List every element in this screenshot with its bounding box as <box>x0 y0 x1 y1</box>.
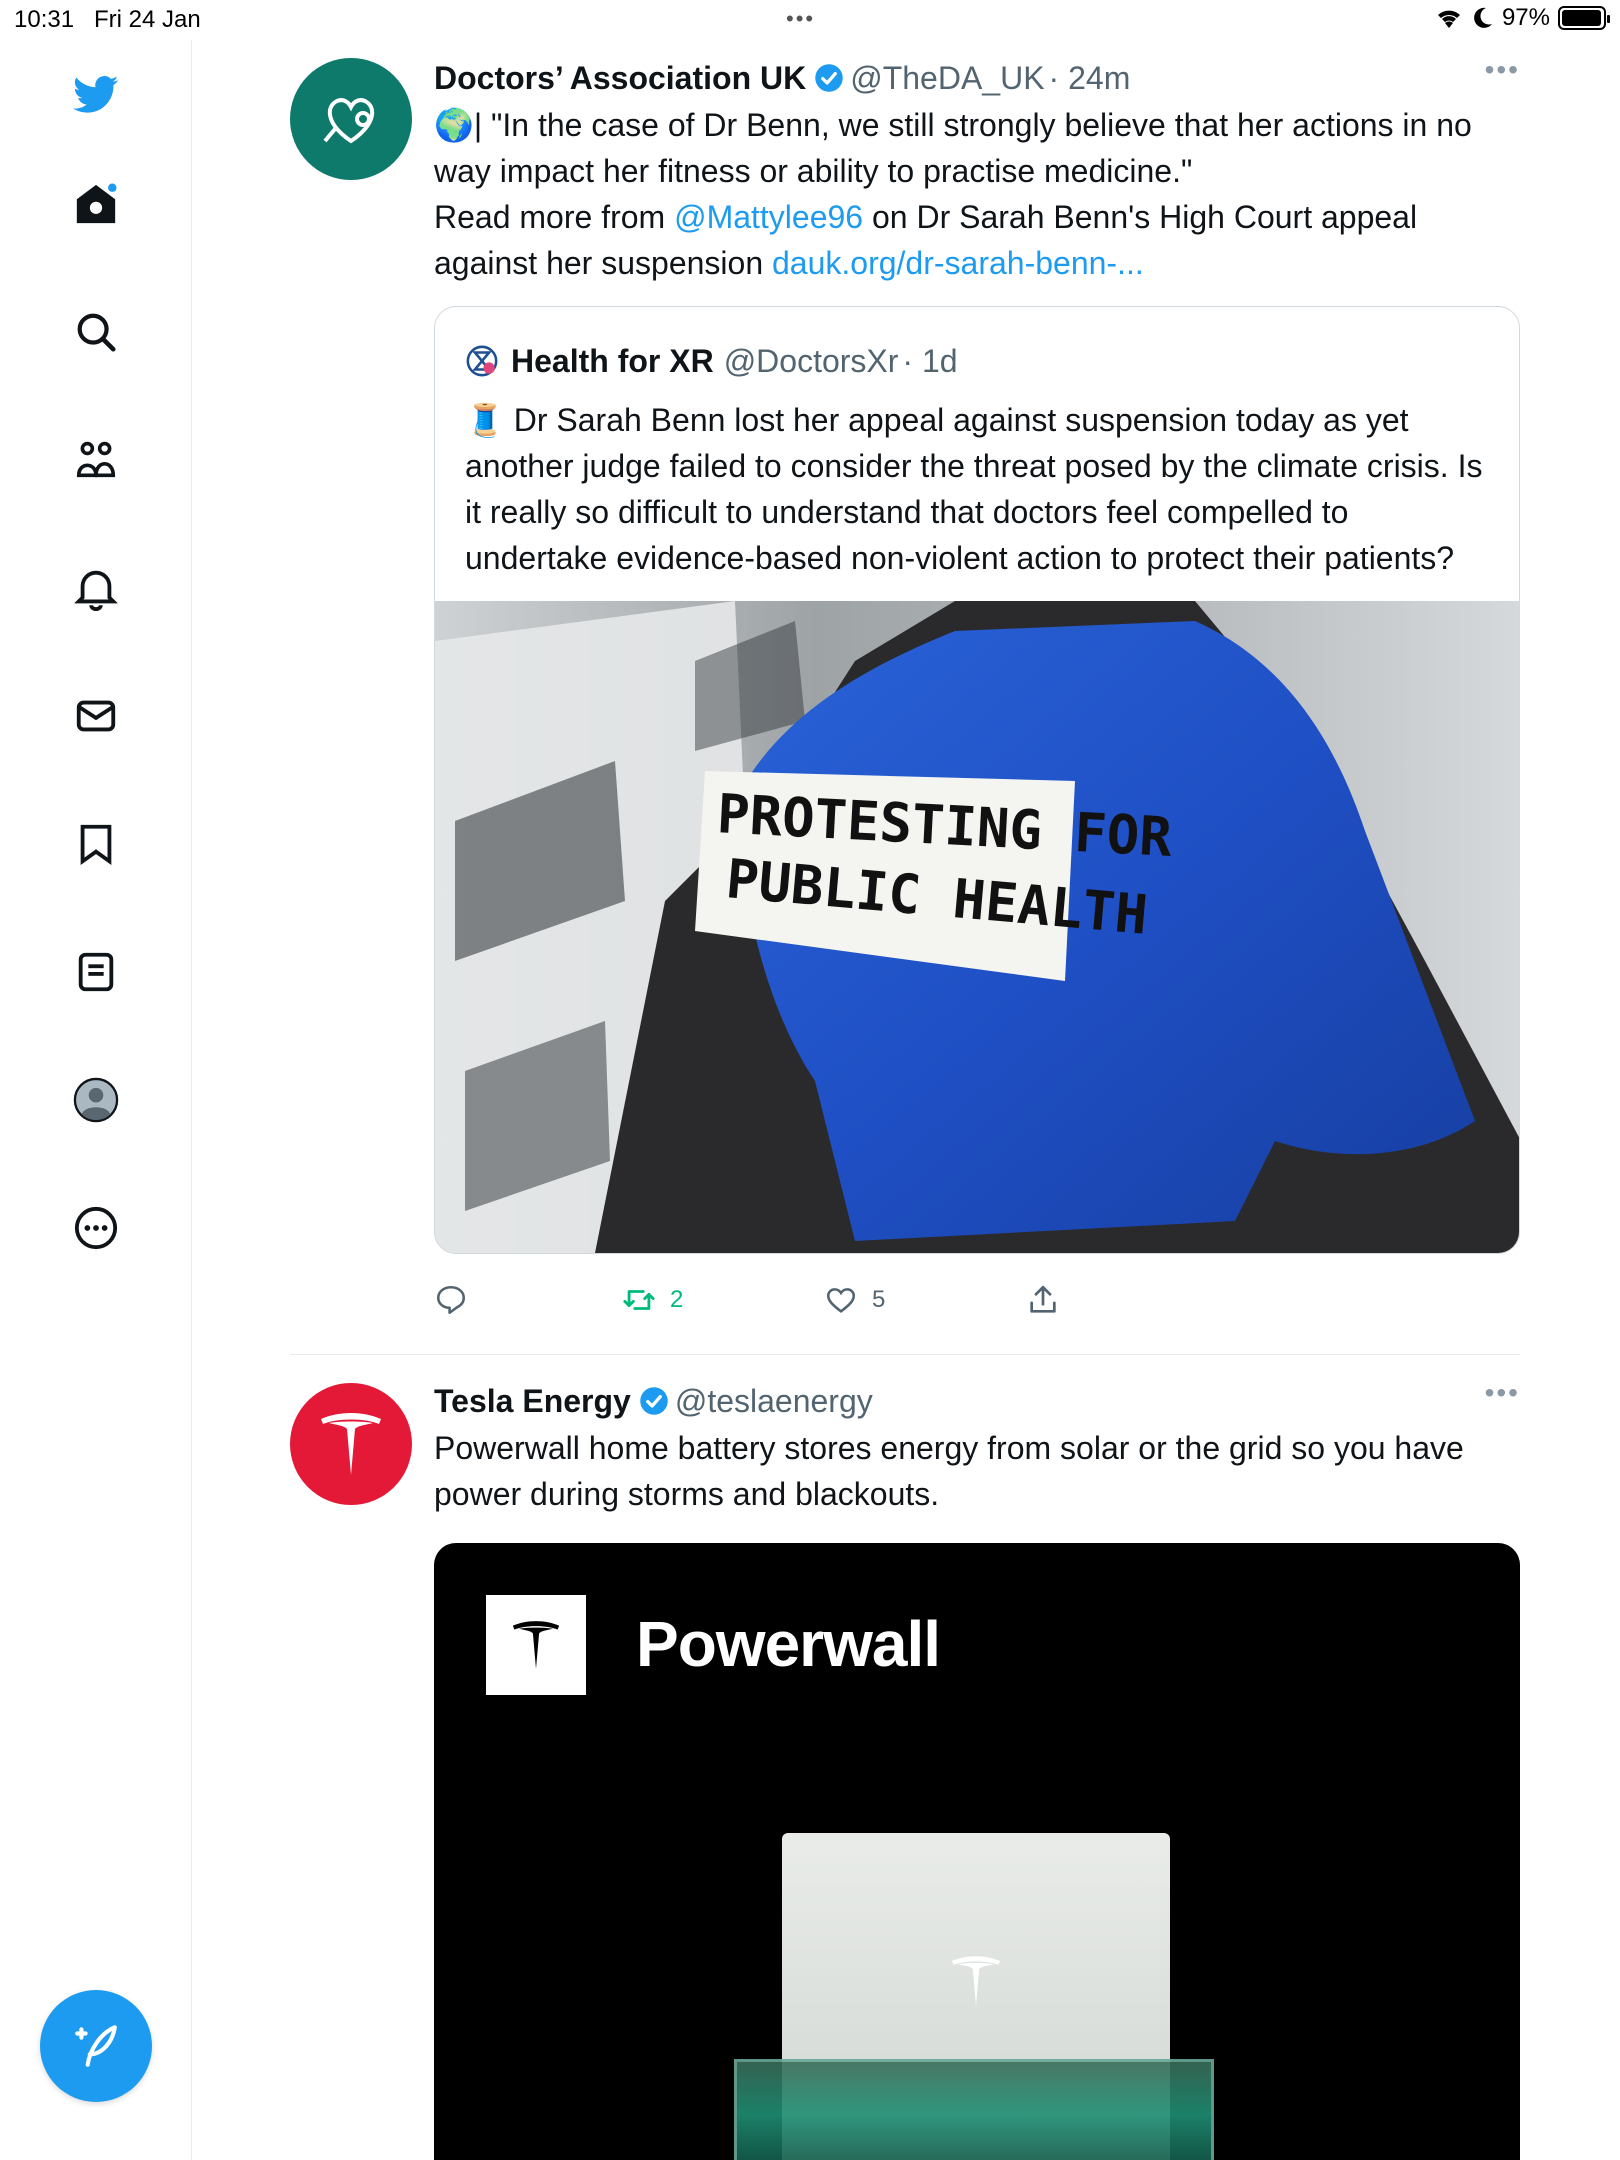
reply-icon <box>436 1285 466 1315</box>
quote-author-name: Health for XR <box>511 342 714 379</box>
quote-author-handle: @DoctorsXr <box>723 342 899 379</box>
tesla-logo-icon <box>952 1956 1000 2006</box>
protest-photo[interactable]: PROTESTING FOR PUBLIC HEALTH <box>435 601 1520 1253</box>
search-icon[interactable] <box>66 302 126 362</box>
messages-icon[interactable] <box>66 686 126 746</box>
like-count: 5 <box>872 1286 886 1313</box>
profile-icon[interactable] <box>66 1070 126 1130</box>
card-tesla-logo <box>486 1595 586 1695</box>
tweet-header: Tesla Energy @teslaenergy <box>434 1377 1520 1425</box>
notifications-icon[interactable] <box>66 558 126 618</box>
tweet-tesla[interactable]: Tesla Energy @teslaenergy ••• Powerwall … <box>290 1355 1520 2160</box>
compose-icon <box>75 2025 117 2067</box>
verified-badge-icon <box>815 64 843 92</box>
retweet-count: 2 <box>670 1286 684 1313</box>
status-time: 10:31 <box>14 6 75 33</box>
battery-icon <box>1558 6 1610 30</box>
communities-icon[interactable] <box>66 430 126 490</box>
status-bar: 10:31 Fri 24 Jan ••• 97% <box>0 0 1620 40</box>
sidebar <box>0 40 192 2160</box>
card-title: Powerwall <box>636 1608 941 1680</box>
bookmarks-icon[interactable] <box>66 814 126 874</box>
quote-time: · 1d <box>902 342 958 379</box>
avatar-tesla[interactable] <box>290 1383 412 1505</box>
battery-percentage: 97% <box>1501 4 1550 31</box>
more-options-icon[interactable]: ••• <box>1485 1377 1520 1409</box>
more-icon[interactable] <box>66 1198 126 1258</box>
reply-button[interactable] <box>434 1283 622 1317</box>
tweet-time[interactable]: · 24m <box>1049 60 1131 97</box>
heart-icon <box>826 1288 856 1313</box>
tweet-actions: 2 5 <box>434 1260 1520 1340</box>
compose-tweet-button[interactable] <box>40 1990 152 2102</box>
twitter-logo-icon[interactable] <box>66 64 126 124</box>
tweet-header: Doctors’ Association UK @TheDA_UK · 24m <box>434 54 1520 102</box>
avatar-dauk[interactable] <box>290 58 412 180</box>
author-name[interactable]: Tesla Energy <box>434 1383 631 1420</box>
share-icon <box>1030 1285 1056 1313</box>
like-button[interactable]: 5 <box>824 1283 1026 1317</box>
tweet-text-quote: 🌍| "In the case of Dr Benn, we still str… <box>434 107 1472 189</box>
stethoscope-heart-icon <box>323 98 375 144</box>
author-handle[interactable]: @TheDA_UK <box>850 60 1044 97</box>
retweet-icon <box>623 1290 655 1310</box>
quote-text: 🧵 Dr Sarah Benn lost her appeal against … <box>465 402 1483 576</box>
quote-header: Health for XR @DoctorsXr · 1d <box>435 307 1519 385</box>
mention-link[interactable]: @Mattylee96 <box>674 199 863 235</box>
author-name[interactable]: Doctors’ Association UK <box>434 60 806 97</box>
tweet-text: Powerwall home battery stores energy fro… <box>434 1430 1464 1512</box>
xr-avatar-icon[interactable] <box>465 344 499 378</box>
quoted-tweet[interactable]: Health for XR @DoctorsXr · 1d 🧵 Dr Sarah… <box>434 306 1520 1254</box>
water-tank <box>734 2059 1214 2160</box>
powerwall-video-card[interactable]: Powerwall <box>434 1543 1520 2160</box>
status-indicators: 97% <box>1434 4 1610 32</box>
more-options-icon[interactable]: ••• <box>1485 54 1520 86</box>
verified-badge-icon <box>640 1387 668 1415</box>
tweet-text: 🌍| "In the case of Dr Benn, we still str… <box>434 102 1520 286</box>
status-date: Fri 24 Jan <box>94 6 201 33</box>
url-link[interactable]: dauk.org/dr-sarah-benn-... <box>772 245 1144 281</box>
home-icon[interactable] <box>66 174 126 234</box>
tesla-logo-icon <box>512 1621 560 1669</box>
author-handle[interactable]: @teslaenergy <box>675 1383 873 1420</box>
multitasking-dots-icon[interactable]: ••• <box>786 6 815 32</box>
tweet-text-read-more: Read more from <box>434 199 675 235</box>
wifi-icon <box>1437 10 1460 28</box>
lists-icon[interactable] <box>66 942 126 1002</box>
tweet-dauk[interactable]: Doctors’ Association UK @TheDA_UK · 24m … <box>290 40 1520 1355</box>
moon-icon <box>1474 7 1492 28</box>
timeline: Doctors’ Association UK @TheDA_UK · 24m … <box>290 40 1520 2160</box>
tesla-logo-icon <box>321 1413 381 1475</box>
retweet-button[interactable]: 2 <box>622 1283 824 1317</box>
share-button[interactable] <box>1026 1283 1060 1317</box>
